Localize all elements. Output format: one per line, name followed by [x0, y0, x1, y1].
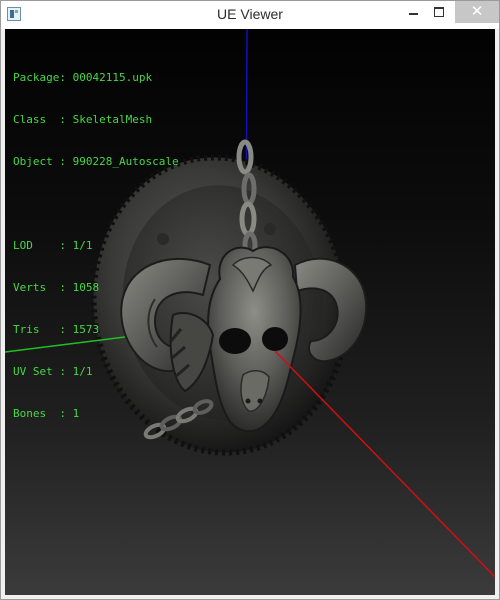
3d-viewport[interactable]: Package: 00042115.upk Class : SkeletalMe…: [5, 29, 495, 595]
lod-value: 1/1: [72, 239, 93, 252]
class-value: SkeletalMesh: [72, 113, 153, 126]
package-row: Package: 00042115.upk: [13, 71, 153, 84]
class-row: Class : SkeletalMesh: [13, 113, 153, 126]
object-row: Object : 990228_Autoscale: [13, 155, 179, 168]
window-title: UE Viewer: [217, 6, 283, 22]
close-button[interactable]: ✕: [455, 1, 499, 23]
close-icon: ✕: [470, 2, 484, 20]
tris-row: Tris : 1573: [13, 323, 100, 336]
app-window: UE Viewer ✕ Package: 00042115.upk Class …: [0, 0, 500, 600]
uvset-row: UV Set : 1/1: [13, 365, 93, 378]
uvset-value: 1/1: [72, 365, 93, 378]
lod-row: LOD : 1/1: [13, 239, 93, 252]
object-value: 990228_Autoscale: [72, 155, 179, 168]
maximize-icon: [434, 7, 444, 17]
bones-row: Bones : 1: [13, 407, 80, 420]
package-value: 00042115.upk: [72, 71, 153, 84]
verts-row: Verts : 1058: [13, 281, 100, 294]
title-bar[interactable]: UE Viewer ✕: [1, 1, 499, 29]
bones-value: 1: [72, 407, 80, 420]
tris-value: 1573: [72, 323, 100, 336]
minimize-icon: [409, 13, 418, 15]
mesh-info-overlay: Package: 00042115.upk Class : SkeletalMe…: [13, 43, 179, 449]
verts-value: 1058: [72, 281, 100, 294]
maximize-button[interactable]: [428, 1, 450, 23]
x-axis-line: [274, 350, 495, 578]
minimize-button[interactable]: [403, 1, 423, 23]
